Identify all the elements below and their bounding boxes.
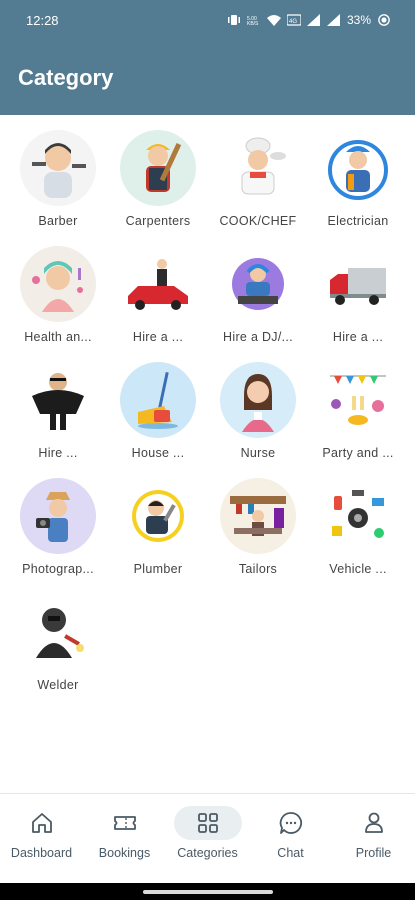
- category-label: Welder: [37, 678, 79, 692]
- health-beauty-icon: [20, 246, 96, 322]
- chat-icon: [279, 812, 302, 834]
- battery-percent: 33%: [346, 13, 371, 27]
- signal-icon: [306, 14, 320, 26]
- nav-label: Chat: [277, 846, 304, 860]
- category-label: Health an...: [24, 330, 92, 344]
- chef-icon: [220, 130, 296, 206]
- category-label: COOK/CHEF: [219, 214, 297, 228]
- svg-text:4G: 4G: [289, 19, 297, 25]
- category-item-hire-driver[interactable]: Hire a ...: [108, 246, 208, 362]
- category-grid: Barber Carpenters COOK/CHEF Electrician …: [0, 130, 415, 710]
- nav-profile[interactable]: Profile: [332, 806, 415, 860]
- category-label: Hire ...: [38, 446, 78, 460]
- category-label: Vehicle ...: [329, 562, 387, 576]
- photographer-icon: [20, 478, 96, 554]
- category-item-house-cleaning[interactable]: House ...: [108, 362, 208, 478]
- category-item-plumber[interactable]: Plumber: [108, 478, 208, 594]
- category-label: Hire a ...: [332, 330, 384, 344]
- category-label: Hire a ...: [132, 330, 184, 344]
- category-label: Photograp...: [22, 562, 94, 576]
- dj-icon: [220, 246, 296, 322]
- category-item-party-events[interactable]: Party and ...: [308, 362, 408, 478]
- bottom-navigation: Dashboard Bookings Categories Chat Profi…: [0, 793, 415, 883]
- party-icon: [320, 362, 396, 438]
- house-cleaning-icon: [120, 362, 196, 438]
- data-speed-icon: 5.00KB/S: [247, 16, 259, 26]
- volte-icon: 4G: [286, 14, 301, 26]
- nav-label: Categories: [177, 846, 238, 860]
- category-label: Tailors: [238, 562, 278, 576]
- car-driver-icon: [120, 246, 196, 322]
- svg-text:KB/S: KB/S: [247, 21, 259, 26]
- tailor-icon: [220, 478, 296, 554]
- home-icon: [31, 813, 52, 833]
- category-item-hire-dj[interactable]: Hire a DJ/...: [208, 246, 308, 362]
- category-label: Barber: [38, 214, 78, 228]
- category-label: Party and ...: [322, 446, 394, 460]
- category-label: Carpenters: [125, 214, 191, 228]
- nurse-icon: [220, 362, 296, 438]
- nav-chat[interactable]: Chat: [249, 806, 332, 860]
- wifi-icon: [266, 15, 281, 26]
- category-label: House ...: [131, 446, 185, 460]
- category-label: Plumber: [133, 562, 183, 576]
- nav-dashboard[interactable]: Dashboard: [0, 806, 83, 860]
- carpenter-icon: [120, 130, 196, 206]
- nav-categories[interactable]: Categories: [166, 806, 249, 860]
- truck-icon: [320, 246, 396, 322]
- category-item-carpenters[interactable]: Carpenters: [108, 130, 208, 246]
- battery-icon: [378, 14, 390, 26]
- status-icons: 5.00 KB/S 4G 33%: [227, 13, 391, 27]
- person-icon: [364, 812, 383, 833]
- grid-icon: [197, 813, 218, 833]
- category-item-vehicle-parts[interactable]: Vehicle ...: [308, 478, 408, 594]
- category-item-nurse[interactable]: Nurse: [208, 362, 308, 478]
- category-label: Electrician: [327, 214, 389, 228]
- status-time: 12:28: [26, 12, 59, 28]
- category-item-electrician[interactable]: Electrician: [308, 130, 408, 246]
- welder-icon: [20, 594, 96, 670]
- home-gesture-bar[interactable]: [142, 889, 273, 894]
- vibrate-icon: [227, 15, 240, 25]
- category-item-hire-bodyguard[interactable]: Hire ...: [8, 362, 108, 478]
- barber-icon: [20, 130, 96, 206]
- plumber-icon: [120, 478, 196, 554]
- category-item-cook-chef[interactable]: COOK/CHEF: [208, 130, 308, 246]
- app-bar: Category: [0, 40, 415, 115]
- category-item-health-beauty[interactable]: Health an...: [8, 246, 108, 362]
- signal-icon-2: [326, 14, 340, 26]
- category-item-barber[interactable]: Barber: [8, 130, 108, 246]
- system-navigation-bar: [0, 883, 415, 900]
- nav-label: Bookings: [98, 846, 151, 860]
- category-item-hire-truck[interactable]: Hire a ...: [308, 246, 408, 362]
- page-title: Category: [18, 64, 114, 90]
- nav-label: Profile: [355, 846, 392, 860]
- vehicle-parts-icon: [320, 478, 396, 554]
- nav-label: Dashboard: [10, 846, 73, 860]
- ticket-icon: [113, 816, 136, 830]
- electrician-icon: [320, 130, 396, 206]
- nav-bookings[interactable]: Bookings: [83, 806, 166, 860]
- bodyguard-icon: [20, 362, 96, 438]
- category-label: Hire a DJ/...: [223, 330, 293, 344]
- category-item-tailors[interactable]: Tailors: [208, 478, 308, 594]
- category-label: Nurse: [240, 446, 276, 460]
- category-item-welder[interactable]: Welder: [8, 594, 108, 710]
- status-bar: 12:28 5.00 KB/S 4G 33%: [0, 0, 415, 40]
- category-item-photographer[interactable]: Photograp...: [8, 478, 108, 594]
